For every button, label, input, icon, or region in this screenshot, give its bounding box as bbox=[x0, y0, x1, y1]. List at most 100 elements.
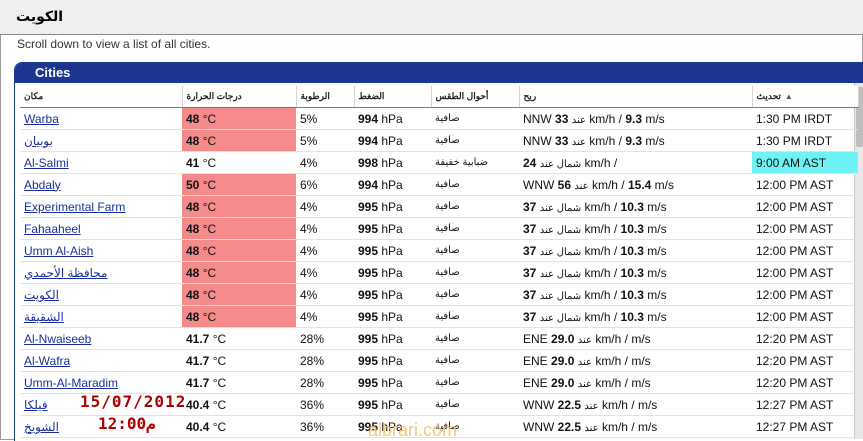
wind-unit-kmh: km/h / bbox=[584, 265, 618, 280]
city-link[interactable]: Al-Wafra bbox=[24, 354, 70, 368]
city-cell: بوبيان bbox=[20, 129, 182, 152]
pressure-cell: 994 hPa bbox=[354, 173, 431, 196]
column-header-humidity[interactable]: الرطوبة bbox=[296, 86, 355, 108]
wind-connector: شمال عند bbox=[539, 246, 582, 258]
wind-unit-ms: m/s bbox=[647, 309, 667, 324]
updated-cell: 12:00 PM AST bbox=[752, 283, 858, 306]
temperature-value: 48 bbox=[186, 287, 200, 302]
temperature-unit: °C bbox=[202, 177, 217, 192]
wind-cell: ENE 29.0 عند km/h / m/s bbox=[519, 371, 752, 394]
pressure-value: 995 bbox=[358, 199, 379, 214]
wind-speed-ms: 10.3 bbox=[620, 265, 644, 280]
temperature-unit: °C bbox=[212, 397, 227, 412]
city-link[interactable]: الشويخ bbox=[24, 420, 59, 434]
temperature-cell: 40.4 °C bbox=[182, 415, 296, 438]
city-link[interactable]: Warba bbox=[24, 112, 59, 126]
wind-unit-kmh: km/h / bbox=[591, 177, 625, 192]
conditions-cell: صافية bbox=[431, 261, 519, 284]
humidity-cell: 4% bbox=[296, 239, 354, 262]
humidity-cell: 6% bbox=[296, 173, 354, 196]
city-link[interactable]: Abdaly bbox=[24, 178, 61, 192]
pressure-cell: 995 hPa bbox=[354, 371, 431, 394]
city-link[interactable]: Fahaaheel bbox=[24, 222, 81, 236]
city-cell: Fahaaheel bbox=[20, 217, 182, 240]
column-header-conditions[interactable]: أحوال الطقس bbox=[431, 86, 520, 108]
pressure-unit: hPa bbox=[381, 353, 403, 368]
sort-ascending-icon[interactable]: ▲ bbox=[785, 92, 793, 101]
pressure-value: 998 bbox=[358, 155, 379, 170]
pressure-cell: 994 hPa bbox=[354, 107, 431, 130]
column-header-city[interactable]: مكان bbox=[20, 86, 183, 108]
wind-direction: WNW bbox=[523, 419, 555, 434]
wind-cell: WNW 56 عند km/h / 15.4 m/s bbox=[519, 173, 752, 196]
wind-direction: NNW bbox=[523, 133, 552, 148]
table-row: Al-Nwaiseeb 41.7 °C 28% 995 hPa صافية ENE 29.… bbox=[20, 327, 858, 350]
wind-unit-kmh: km/h / bbox=[595, 331, 628, 346]
temperature-unit: °C bbox=[202, 287, 217, 302]
table-row: Al-Wafra 41.7 °C 28% 995 hPa صافية ENE 29.0 ع… bbox=[20, 349, 858, 372]
city-link[interactable]: Al-Nwaiseeb bbox=[24, 332, 91, 346]
pressure-unit: hPa bbox=[381, 287, 403, 302]
wind-unit-ms: m/s bbox=[647, 221, 667, 236]
wind-speed-kmh: 29.0 bbox=[551, 375, 575, 390]
page-header: الكويت bbox=[0, 0, 863, 35]
wind-speed-kmh: 37 bbox=[523, 287, 537, 302]
wind-direction: ENE bbox=[523, 331, 548, 346]
table-row: Fahaaheel 48 °C 4% 995 hPa صافية 37 شمال عند… bbox=[20, 217, 858, 240]
city-cell: Warba bbox=[20, 107, 182, 130]
city-link[interactable]: الكويت bbox=[24, 288, 59, 302]
wind-unit-kmh: km/h / bbox=[584, 287, 618, 302]
column-header-temp[interactable]: درجات الحرارة bbox=[182, 86, 297, 108]
city-link[interactable]: الشقيقة bbox=[24, 310, 64, 324]
city-link[interactable]: Experimental Farm bbox=[24, 200, 125, 214]
humidity-cell: 4% bbox=[296, 151, 354, 174]
conditions-cell: صافية bbox=[431, 283, 519, 306]
wind-connector: شمال عند bbox=[539, 202, 582, 214]
wind-unit-ms: m/s bbox=[647, 265, 667, 280]
temperature-cell: 48 °C bbox=[182, 107, 296, 130]
wind-speed-ms: 10.3 bbox=[620, 243, 644, 258]
city-link[interactable]: Al-Salmi bbox=[24, 156, 69, 170]
wind-speed-ms: 10.3 bbox=[620, 221, 644, 236]
wind-speed-kmh: 22.5 bbox=[557, 419, 582, 434]
wind-unit-ms: m/s bbox=[645, 133, 665, 148]
city-link[interactable]: فيلكا bbox=[24, 398, 48, 412]
wind-speed-kmh: 37 bbox=[523, 265, 537, 280]
wind-direction: NNW bbox=[523, 111, 552, 126]
column-header-pressure[interactable]: الضغط bbox=[354, 86, 432, 108]
city-cell: Al-Wafra bbox=[20, 349, 182, 372]
wind-unit-ms: m/s bbox=[647, 199, 667, 214]
wind-unit-ms: m/s bbox=[631, 353, 651, 368]
wind-cell: 37 شمال عند km/h / 10.3 m/s bbox=[519, 217, 752, 240]
wind-unit-ms: m/s bbox=[647, 287, 667, 302]
wind-speed-kmh: 24 bbox=[523, 155, 537, 170]
humidity-cell: 36% bbox=[296, 415, 354, 438]
city-link[interactable]: بوبيان bbox=[24, 134, 53, 148]
table-body: Warba 48 °C 5% 994 hPa صافية NNW 33 عند km/h … bbox=[20, 107, 858, 438]
wind-direction: WNW bbox=[523, 177, 555, 192]
temperature-unit: °C bbox=[212, 353, 227, 368]
city-link[interactable]: Umm Al-Aish bbox=[24, 244, 93, 258]
pressure-value: 994 bbox=[358, 133, 379, 148]
wind-cell: 37 شمال عند km/h / 10.3 m/s bbox=[519, 283, 752, 306]
city-link[interactable]: Umm-Al-Maradim bbox=[24, 376, 118, 390]
pressure-unit: hPa bbox=[381, 397, 403, 412]
conditions-cell: ضبابية خفيفة bbox=[431, 151, 519, 174]
table-row: الشقيقة 48 °C 4% 995 hPa صافية 37 شمال عند k… bbox=[20, 305, 858, 328]
wind-unit-ms: m/s bbox=[645, 111, 665, 126]
column-header-updated[interactable]: تحديث ▲ bbox=[752, 86, 859, 108]
pressure-cell: 995 hPa bbox=[354, 327, 431, 350]
wind-speed-ms: 10.3 bbox=[620, 199, 644, 214]
cities-panel-title: Cities bbox=[35, 65, 71, 80]
temperature-value: 48 bbox=[186, 309, 200, 324]
pressure-cell: 995 hPa bbox=[354, 349, 431, 372]
pressure-cell: 995 hPa bbox=[354, 239, 431, 262]
pressure-value: 995 bbox=[358, 353, 379, 368]
temperature-cell: 48 °C bbox=[182, 305, 296, 328]
pressure-value: 995 bbox=[358, 309, 379, 324]
table-header-row: مكان درجات الحرارة الرطوبة الضغط أحوال ا… bbox=[20, 86, 859, 108]
wind-cell: 37 شمال عند km/h / 10.3 m/s bbox=[519, 195, 752, 218]
temperature-value: 48 bbox=[186, 111, 200, 126]
column-header-wind[interactable]: ريح bbox=[519, 86, 753, 108]
city-link[interactable]: محافظة الأحمدي bbox=[24, 266, 107, 280]
